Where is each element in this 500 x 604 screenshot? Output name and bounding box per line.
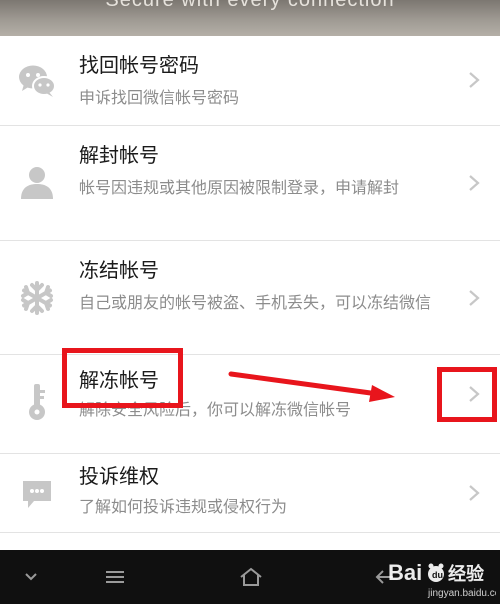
svg-text:Bai: Bai	[388, 560, 422, 585]
menu-icon[interactable]	[98, 550, 132, 604]
banner-text: Secure with every connection	[105, 0, 395, 11]
item-desc: 解除安全风险后，你可以解冻微信帐号	[79, 400, 352, 419]
menu-item-freeze-account[interactable]: 冻结帐号 自己或朋友的帐号被盗、手机丢失，可以冻结微信	[0, 241, 500, 355]
chevron-right-icon	[469, 290, 480, 306]
chevron-right-icon[interactable]	[466, 384, 482, 404]
svg-text:经验: 经验	[448, 563, 485, 585]
baidu-jingyan-watermark: Bai du 经验 jingyan.baidu.com	[384, 556, 500, 600]
chevron-right-icon	[469, 72, 480, 88]
chevron-down-icon[interactable]	[14, 550, 48, 604]
menu-item-complaint-rights[interactable]: 投诉维权 了解如何投诉违规或侵权行为	[0, 454, 500, 533]
security-menu-list: 找回帐号密码 申诉找回微信帐号密码 解封帐号 帐号因违规或其他原因被限制登录，申…	[0, 36, 500, 533]
menu-item-unban-account[interactable]: 解封帐号 帐号因违规或其他原因被限制登录，申请解封	[0, 126, 500, 241]
item-desc: 申诉找回微信帐号密码	[79, 88, 240, 107]
header-banner: Secure with every connection	[0, 0, 500, 36]
menu-item-unfreeze-account[interactable]: 解冻帐号 解除安全风险后，你可以解冻微信帐号	[0, 355, 500, 454]
home-icon[interactable]	[233, 550, 269, 604]
person-icon	[18, 164, 56, 202]
item-desc: 了解如何投诉违规或侵权行为	[79, 497, 288, 516]
chevron-right-icon	[469, 175, 480, 191]
key-icon	[18, 383, 56, 421]
wechat-icon	[18, 62, 56, 100]
chevron-right-icon	[469, 485, 480, 501]
app-screen: Secure with every connection 找回帐号密码 申诉找回…	[0, 0, 500, 604]
item-title: 解冻帐号	[79, 368, 159, 392]
complaint-bubble-icon	[18, 475, 56, 513]
menu-item-recover-password[interactable]: 找回帐号密码 申诉找回微信帐号密码	[0, 36, 500, 126]
item-title: 解封帐号	[79, 143, 159, 167]
snowflake-icon	[18, 279, 56, 317]
svg-text:du: du	[432, 570, 443, 580]
item-title: 投诉维权	[79, 464, 159, 488]
item-title: 找回帐号密码	[79, 53, 199, 77]
watermark-url: jingyan.baidu.com	[427, 588, 496, 599]
item-desc: 自己或朋友的帐号被盗、手机丢失，可以冻结微信	[79, 293, 432, 312]
item-desc: 帐号因违规或其他原因被限制登录，申请解封	[79, 178, 400, 197]
item-title: 冻结帐号	[79, 258, 159, 282]
